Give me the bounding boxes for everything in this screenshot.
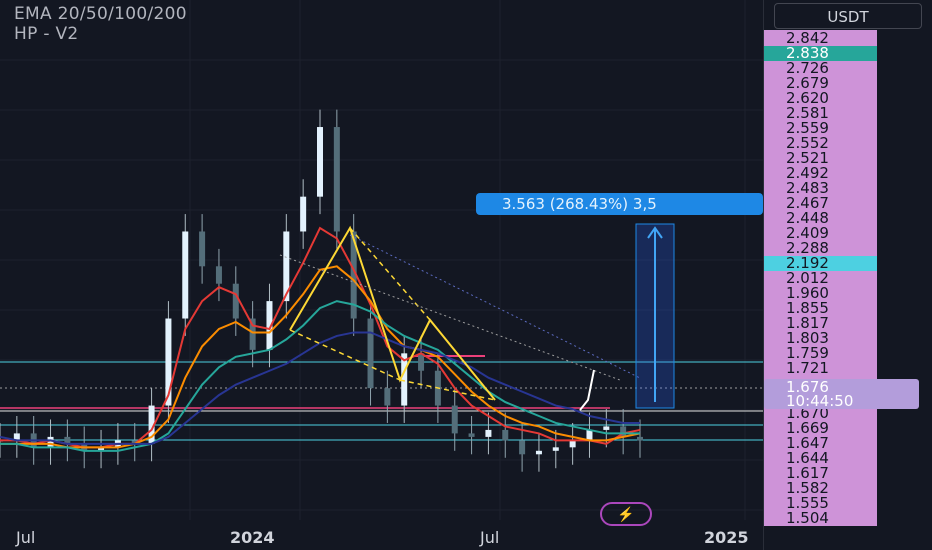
time-label: 2025 — [704, 528, 749, 547]
candle-body — [535, 450, 542, 455]
candle-body — [586, 429, 593, 441]
candle-body — [502, 429, 509, 441]
currency-selector[interactable]: USDT — [774, 3, 922, 29]
candle-body — [333, 127, 340, 232]
candle-body — [519, 440, 526, 455]
ema-line — [0, 265, 641, 449]
candle-body — [603, 426, 610, 430]
candle-body — [232, 283, 239, 319]
candle-body — [300, 196, 307, 232]
time-label: Jul — [16, 528, 36, 547]
pattern-line — [289, 225, 496, 401]
candle-body — [47, 436, 54, 448]
candle-body — [485, 429, 492, 437]
pattern-dashed — [349, 227, 431, 321]
candle-body — [451, 405, 458, 434]
time-label: Jul — [480, 528, 500, 547]
candle-body — [317, 127, 323, 197]
breakout-stroke — [579, 369, 595, 411]
candle-body — [569, 440, 576, 448]
indicator-legend: EMA 20/50/100/200 HP - V2 — [14, 4, 187, 44]
legend-hp[interactable]: HP - V2 — [14, 24, 187, 44]
candle-body — [367, 318, 374, 389]
lightning-icon[interactable]: ⚡ — [600, 502, 652, 526]
candle-body — [182, 231, 189, 319]
price-label: 1.504 — [786, 509, 829, 527]
price-label: 1.721 — [786, 359, 829, 377]
candle-body — [199, 231, 206, 267]
legend-ema[interactable]: EMA 20/50/100/200 — [14, 4, 187, 24]
chart-area[interactable]: EMA 20/50/100/200 HP - V2 3.563 (268.43%… — [0, 0, 763, 550]
ema-line — [0, 226, 641, 449]
candle-body — [552, 447, 559, 451]
price-axis[interactable]: USDT 2.842 2.838 2.726 2.679 2.620 2.581 2.559… — [763, 0, 932, 550]
candle-body — [468, 433, 475, 437]
price-chart[interactable] — [0, 0, 763, 550]
current-price-tag: 1.676 10:44:50 — [764, 379, 919, 409]
time-label: 2024 — [230, 528, 275, 547]
countdown-timer: 10:44:50 — [786, 392, 854, 410]
trend-line — [279, 254, 621, 381]
candle-body — [418, 353, 425, 371]
candle-body — [384, 388, 391, 406]
measure-label: 3.563 (268.43%) 3,5 — [476, 193, 763, 215]
trend-line — [349, 234, 641, 379]
candle-body — [637, 436, 643, 441]
candle-body — [215, 266, 222, 284]
